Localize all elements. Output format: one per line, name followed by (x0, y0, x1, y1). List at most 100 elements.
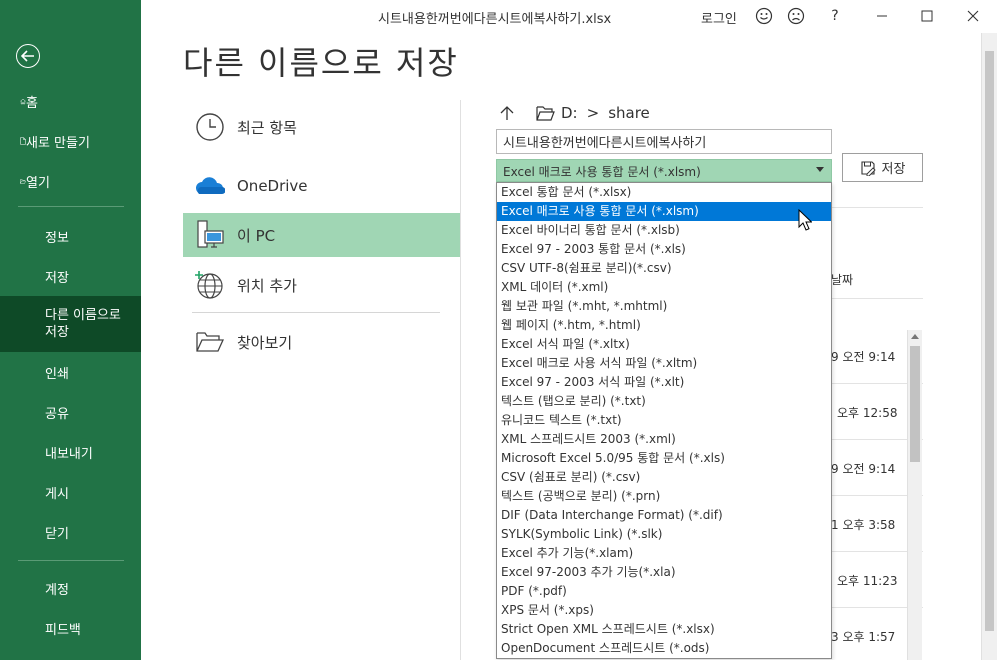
home-icon (0, 94, 26, 109)
list-divider (831, 207, 923, 208)
nav-new[interactable]: 새로 만들기 (0, 130, 141, 152)
file-type-option[interactable]: XML 데이터 (*.xml) (497, 278, 831, 297)
list-item-date: 3 오후 1:57 (831, 630, 896, 644)
breadcrumb-folder[interactable]: share (608, 104, 650, 122)
frown-icon[interactable] (786, 6, 806, 26)
location-add-place[interactable]: 위치 추가 (183, 263, 460, 307)
location-label: 찾아보기 (237, 333, 293, 352)
list-item-date: 오후 11:23 (837, 574, 898, 588)
nav-share[interactable]: 공유 (0, 402, 141, 422)
file-type-option[interactable]: SYLK(Symbolic Link) (*.slk) (497, 525, 831, 544)
scroll-up-icon[interactable] (911, 334, 919, 339)
list-divider (831, 298, 923, 299)
file-list-scrollbar[interactable] (907, 330, 922, 660)
list-item-date: 9 오전 9:14 (831, 462, 896, 476)
file-type-option[interactable]: XML 스프레드시트 2003 (*.xml) (497, 430, 831, 449)
location-label: 위치 추가 (237, 276, 297, 295)
location-recent[interactable]: 최근 항목 (183, 105, 460, 149)
location-divider (192, 312, 440, 313)
breadcrumb: D: > share (500, 104, 650, 122)
list-item-date: 1 오후 3:58 (831, 518, 896, 532)
file-type-option[interactable]: CSV (쉼표로 분리) (*.csv) (497, 468, 831, 487)
nav-print[interactable]: 인쇄 (0, 362, 141, 382)
column-header-date[interactable]: 날짜 (831, 271, 853, 288)
save-button[interactable]: 저장 (842, 153, 923, 182)
arrow-up-icon[interactable] (500, 105, 520, 121)
pc-icon (183, 219, 237, 251)
file-type-option[interactable]: Excel 바이너리 통합 문서 (*.xlsb) (497, 221, 831, 240)
file-type-option[interactable]: Excel 97 - 2003 서식 파일 (*.xlt) (497, 373, 831, 392)
file-type-option-highlighted[interactable]: Excel 매크로 사용 통합 문서 (*.xlsm) (497, 202, 831, 221)
breadcrumb-drive[interactable]: D: (561, 104, 578, 122)
panel-divider (460, 100, 461, 660)
file-type-option[interactable]: PDF (*.pdf) (497, 582, 831, 601)
location-onedrive[interactable]: OneDrive (183, 164, 460, 208)
file-type-option[interactable]: Excel 추가 기능(*.xlam) (497, 544, 831, 563)
arrow-left-icon (21, 50, 34, 62)
breadcrumb-separator: > (586, 104, 600, 122)
file-type-option[interactable]: DIF (Data Interchange Format) (*.dif) (497, 506, 831, 525)
smile-icon[interactable] (754, 6, 774, 26)
scroll-thumb[interactable] (985, 51, 994, 631)
location-browse[interactable]: 찾아보기 (183, 320, 460, 364)
folder-open-icon (0, 175, 26, 188)
file-type-option[interactable]: XPS 문서 (*.xps) (497, 601, 831, 620)
close-icon[interactable] (963, 6, 983, 26)
login-link[interactable]: 로그인 (701, 8, 737, 27)
maximize-icon[interactable] (917, 6, 937, 26)
nav-save[interactable]: 저장 (0, 266, 141, 286)
file-type-option[interactable]: OpenDocument 스프레드시트 (*.ods) (497, 639, 831, 658)
clock-icon (183, 112, 237, 142)
nav-label: 계정 (45, 582, 69, 598)
file-type-dropdown: Excel 통합 문서 (*.xlsx) Excel 매크로 사용 통합 문서 … (496, 182, 832, 659)
nav-export[interactable]: 내보내기 (0, 442, 141, 462)
file-type-option[interactable]: Strict Open XML 스프레드시트 (*.xlsx) (497, 620, 831, 639)
nav-home[interactable]: 홈 (0, 90, 141, 112)
title-bar: 시트내용한꺼번에다른시트에복사하기.xlsx 로그인 ? (141, 0, 997, 33)
file-type-select[interactable]: Excel 매크로 사용 통합 문서 (*.xlsm) (496, 159, 832, 182)
nav-label: 정보 (45, 230, 69, 246)
location-label: 이 PC (237, 226, 276, 245)
page-title: 다른 이름으로 저장 (183, 44, 459, 82)
nav-close[interactable]: 닫기 (0, 522, 141, 542)
filename-input[interactable] (496, 129, 832, 154)
nav-feedback[interactable]: 피드백 (0, 618, 141, 638)
help-button[interactable]: ? (825, 6, 845, 26)
file-type-option[interactable]: 텍스트 (공백으로 분리) (*.prn) (497, 487, 831, 506)
nav-label: 닫기 (45, 526, 69, 542)
nav-open[interactable]: 열기 (0, 170, 141, 192)
file-type-option[interactable]: 웹 보관 파일 (*.mht, *.mhtml) (497, 297, 831, 316)
save-icon (860, 160, 876, 176)
file-type-option[interactable]: 텍스트 (탭으로 분리) (*.txt) (497, 392, 831, 411)
window-scrollbar[interactable] (981, 33, 997, 660)
folder-icon (183, 330, 237, 354)
file-type-option[interactable]: Excel 매크로 사용 서식 파일 (*.xltm) (497, 354, 831, 373)
file-type-option[interactable]: Excel 97 - 2003 통합 문서 (*.xls) (497, 240, 831, 259)
nav-label: 열기 (26, 175, 50, 191)
document-title: 시트내용한꺼번에다른시트에복사하기.xlsx (378, 12, 612, 27)
back-button[interactable] (16, 44, 40, 68)
nav-divider (18, 560, 124, 561)
file-type-option[interactable]: Excel 통합 문서 (*.xlsx) (497, 183, 831, 202)
nav-save-as[interactable]: 다른 이름으로 저장 (0, 296, 141, 352)
nav-label: 저장 (45, 270, 69, 286)
nav-account[interactable]: 계정 (0, 578, 141, 598)
save-button-label: 저장 (881, 162, 906, 177)
location-this-pc[interactable]: 이 PC (183, 213, 460, 257)
file-type-option[interactable]: Excel 97-2003 추가 기능(*.xla) (497, 563, 831, 582)
new-file-icon (0, 133, 26, 149)
file-type-option[interactable]: Microsoft Excel 5.0/95 통합 문서 (*.xls) (497, 449, 831, 468)
scroll-thumb[interactable] (910, 346, 920, 462)
file-type-option[interactable]: 웹 페이지 (*.htm, *.html) (497, 316, 831, 335)
minimize-icon[interactable] (872, 6, 892, 26)
file-type-option[interactable]: 유니코드 텍스트 (*.txt) (497, 411, 831, 430)
globe-add-icon (183, 269, 237, 301)
nav-info[interactable]: 정보 (0, 226, 141, 246)
nav-publish[interactable]: 게시 (0, 482, 141, 502)
nav-label: 게시 (45, 486, 69, 502)
file-type-option[interactable]: CSV UTF-8(쉼표로 분리)(*.csv) (497, 259, 831, 278)
nav-label: 인쇄 (45, 366, 69, 382)
file-type-option[interactable]: Excel 서식 파일 (*.xltx) (497, 335, 831, 354)
cloud-icon (183, 176, 237, 196)
nav-label: 홈 (26, 95, 38, 111)
